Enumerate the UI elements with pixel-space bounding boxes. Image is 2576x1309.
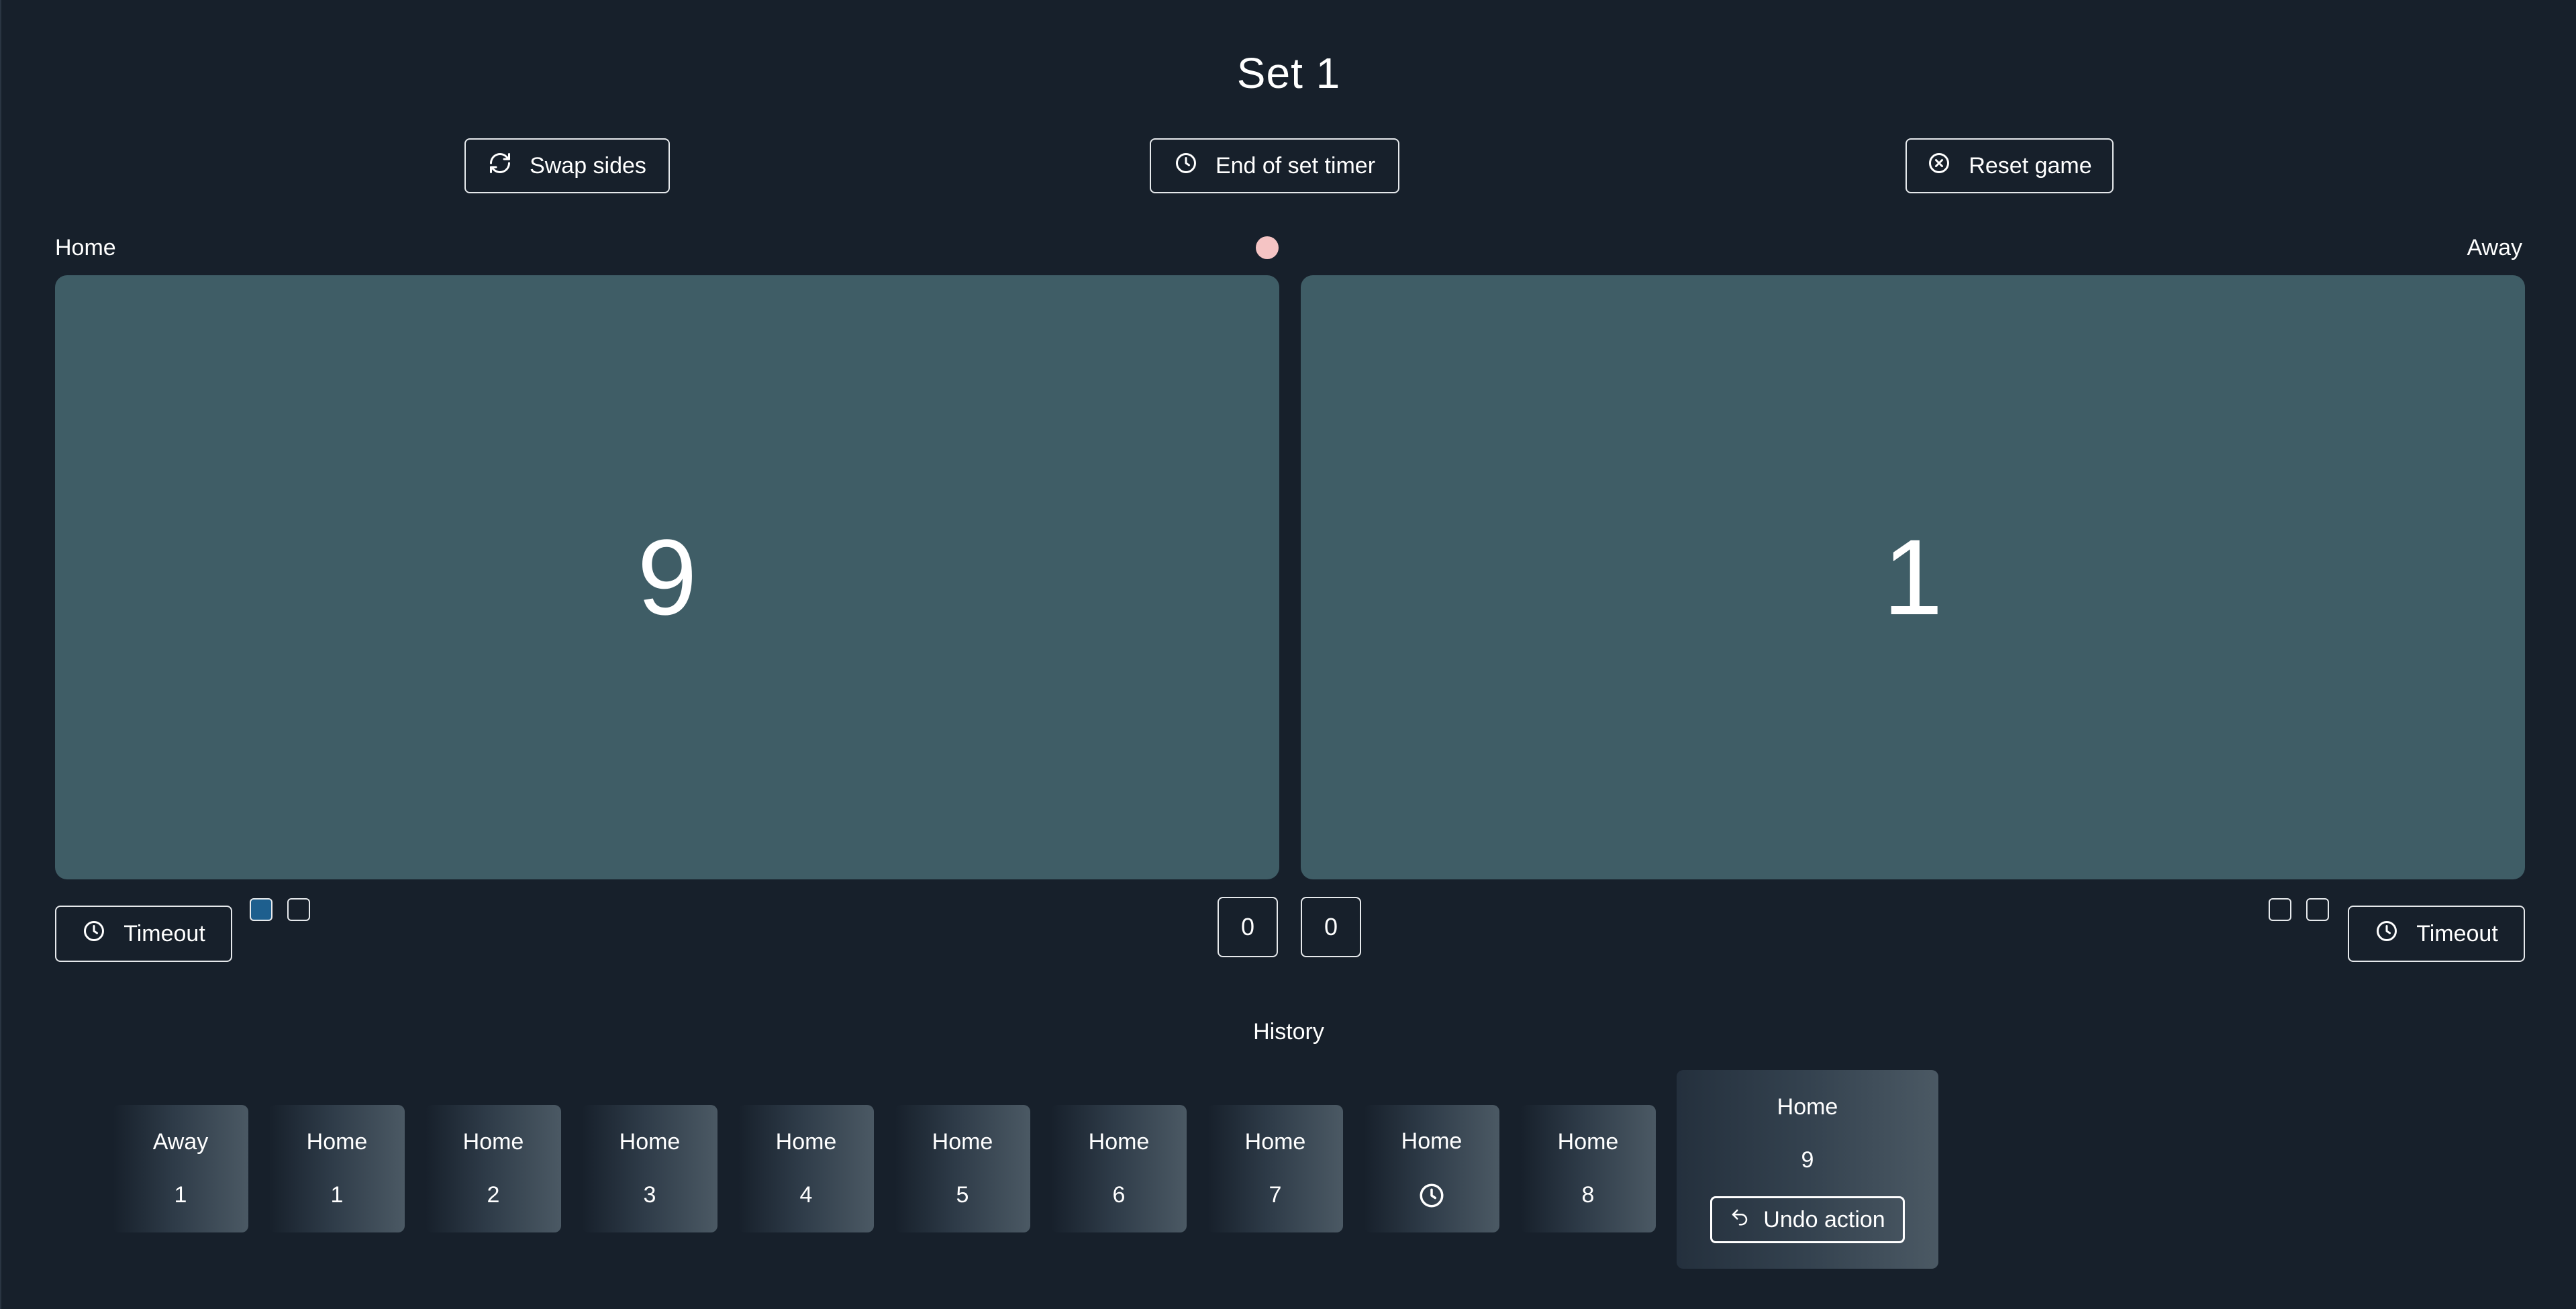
history-item: Home 4 (738, 1105, 874, 1232)
history-item-value: 7 (1269, 1182, 1282, 1208)
history-item: Home 6 (1051, 1105, 1187, 1232)
history-item: Away 1 (113, 1105, 248, 1232)
history-item-team: Home (1088, 1129, 1150, 1155)
history-item-value: 5 (956, 1182, 969, 1208)
history-item-value: 1 (174, 1182, 187, 1208)
history-item: Home 5 (895, 1105, 1030, 1232)
away-label: Away (2467, 235, 2522, 260)
clock-icon (1174, 151, 1198, 181)
swap-sides-button[interactable]: Swap sides (464, 138, 670, 193)
undo-icon (1730, 1207, 1750, 1233)
history-item-team: Home (1244, 1129, 1306, 1155)
home-score: 9 (637, 517, 697, 637)
clock-icon (1418, 1181, 1446, 1210)
history-item-team: Away (152, 1129, 209, 1155)
history-item-team: Home (619, 1129, 681, 1155)
history-item-value: 6 (1112, 1182, 1126, 1208)
history-item-team: Home (932, 1129, 993, 1155)
history-item-team: Home (775, 1129, 837, 1155)
history-item: Home 3 (582, 1105, 717, 1232)
reset-game-button[interactable]: Reset game (1905, 138, 2114, 193)
history-item-team: Home (1401, 1128, 1463, 1154)
scoreboard-app: Set 1 Swap sides End of set timer Reset … (0, 0, 2576, 1309)
history-item-value: 3 (643, 1182, 656, 1208)
history-item-latest: Home 9 Undo action (1677, 1070, 1938, 1269)
end-of-set-timer-label: End of set timer (1215, 152, 1376, 179)
away-timeout-label: Timeout (2416, 920, 2498, 947)
clock-icon (2375, 919, 2399, 949)
history-item-value: 1 (330, 1182, 344, 1208)
home-timeout-button[interactable]: Timeout (55, 906, 232, 962)
clock-icon (82, 919, 106, 949)
history-item-team: Home (1557, 1129, 1619, 1155)
refresh-icon (488, 151, 512, 181)
history-title: History (1253, 1019, 1324, 1045)
away-timeout-indicator-1[interactable] (2269, 898, 2291, 921)
away-score-panel[interactable]: 1 (1301, 275, 2525, 879)
away-timeout-indicator-2[interactable] (2306, 898, 2329, 921)
history-item-value: 4 (799, 1182, 813, 1208)
home-timeout-label: Timeout (123, 920, 205, 947)
history-item: Home 8 (1520, 1105, 1656, 1232)
away-sets-won[interactable]: 0 (1301, 897, 1361, 957)
history-item-value: 2 (487, 1182, 500, 1208)
end-of-set-timer-button[interactable]: End of set timer (1150, 138, 1399, 193)
history-item: Home 2 (426, 1105, 561, 1232)
away-timeout-button[interactable]: Timeout (2348, 906, 2525, 962)
history-item-team: Home (462, 1129, 524, 1155)
undo-action-button[interactable]: Undo action (1710, 1196, 1905, 1243)
history-item-team: Home (1777, 1094, 1838, 1120)
history-item-value: 9 (1801, 1147, 1814, 1173)
undo-action-label: Undo action (1763, 1206, 1885, 1232)
home-sets-won[interactable]: 0 (1218, 897, 1278, 957)
swap-sides-label: Swap sides (530, 152, 646, 179)
home-label: Home (55, 235, 116, 260)
reset-game-label: Reset game (1969, 152, 2092, 179)
history-item: Home 7 (1207, 1105, 1343, 1232)
history-item-team: Home (306, 1129, 368, 1155)
close-circle-icon (1927, 151, 1951, 181)
serve-indicator (1256, 236, 1279, 259)
set-title: Set 1 (1236, 49, 1341, 97)
history-item: Home 1 (269, 1105, 405, 1232)
away-score: 1 (1883, 517, 1943, 637)
home-score-panel[interactable]: 9 (55, 275, 1279, 879)
home-timeout-indicator-2[interactable] (287, 898, 310, 921)
history-item: Home (1364, 1105, 1499, 1232)
home-timeout-indicator-1[interactable] (250, 898, 273, 921)
history-item-value: 8 (1581, 1182, 1595, 1208)
